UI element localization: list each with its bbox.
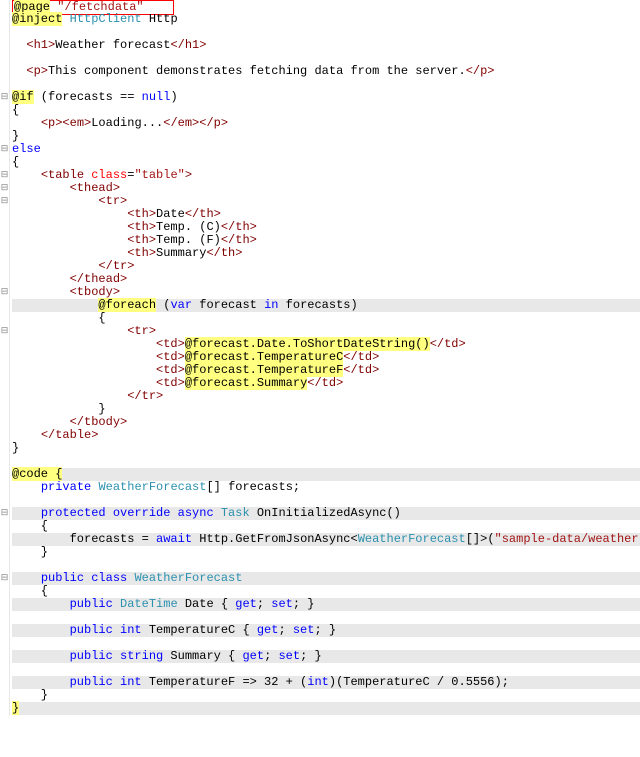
fold-marker xyxy=(0,650,9,663)
fold-marker[interactable]: ⊟ xyxy=(0,143,9,156)
fold-marker xyxy=(0,494,9,507)
code-editor[interactable]: ⊟⊟⊟⊟⊟⊟⊟⊟⊟ @page "/fetchdata" @inject Htt… xyxy=(0,0,640,715)
fold-marker xyxy=(0,442,9,455)
code-line[interactable]: public class WeatherForecast xyxy=(12,572,640,585)
fold-marker xyxy=(0,104,9,117)
fold-gutter[interactable]: ⊟⊟⊟⊟⊟⊟⊟⊟⊟ xyxy=(0,0,10,715)
code-line[interactable]: } xyxy=(12,702,640,715)
fold-marker[interactable]: ⊟ xyxy=(0,507,9,520)
fold-marker xyxy=(0,546,9,559)
fold-marker xyxy=(0,598,9,611)
fold-marker xyxy=(0,299,9,312)
fold-marker xyxy=(0,39,9,52)
fold-marker xyxy=(0,390,9,403)
code-line[interactable]: @if (forecasts == null) xyxy=(12,91,640,104)
fold-marker xyxy=(0,260,9,273)
fold-marker xyxy=(0,416,9,429)
fold-marker xyxy=(0,676,9,689)
code-line[interactable] xyxy=(12,455,640,468)
fold-marker xyxy=(0,0,9,13)
fold-marker[interactable]: ⊟ xyxy=(0,286,9,299)
fold-marker xyxy=(0,130,9,143)
code-line[interactable]: } xyxy=(12,442,640,455)
code-line[interactable]: </tr> xyxy=(12,390,640,403)
fold-marker xyxy=(0,117,9,130)
fold-marker xyxy=(0,13,9,26)
fold-marker[interactable]: ⊟ xyxy=(0,572,9,585)
fold-marker xyxy=(0,559,9,572)
code-line[interactable]: public int TemperatureC { get; set; } xyxy=(12,624,640,637)
code-line[interactable]: <h1>Weather forecast</h1> xyxy=(12,39,640,52)
fold-marker xyxy=(0,26,9,39)
fold-marker xyxy=(0,481,9,494)
fold-marker xyxy=(0,221,9,234)
fold-marker[interactable]: ⊟ xyxy=(0,169,9,182)
fold-marker xyxy=(0,377,9,390)
fold-marker xyxy=(0,533,9,546)
fold-marker xyxy=(0,637,9,650)
fold-marker xyxy=(0,611,9,624)
fold-marker xyxy=(0,624,9,637)
fold-marker[interactable]: ⊟ xyxy=(0,182,9,195)
code-line[interactable]: forecasts = await Http.GetFromJsonAsync<… xyxy=(12,533,640,546)
code-area[interactable]: @page "/fetchdata" @inject HttpClient Ht… xyxy=(10,0,640,715)
code-line[interactable]: <p><em>Loading...</em></p> xyxy=(12,117,640,130)
code-line[interactable]: @foreach (var forecast in forecasts) xyxy=(12,299,640,312)
fold-marker[interactable]: ⊟ xyxy=(0,91,9,104)
fold-marker[interactable]: ⊟ xyxy=(0,325,9,338)
fold-marker xyxy=(0,247,9,260)
code-line[interactable]: </table> xyxy=(12,429,640,442)
fold-marker xyxy=(0,663,9,676)
code-line[interactable]: public DateTime Date { get; set; } xyxy=(12,598,640,611)
fold-marker xyxy=(0,52,9,65)
code-line[interactable]: @inject HttpClient Http xyxy=(12,13,640,26)
code-line[interactable]: } xyxy=(12,130,640,143)
fold-marker xyxy=(0,364,9,377)
code-line[interactable]: <p>This component demonstrates fetching … xyxy=(12,65,640,78)
fold-marker xyxy=(0,520,9,533)
code-line[interactable]: public int TemperatureF => 32 + (int)(Te… xyxy=(12,676,640,689)
fold-marker xyxy=(0,312,9,325)
code-line[interactable]: public string Summary { get; set; } xyxy=(12,650,640,663)
fold-marker xyxy=(0,234,9,247)
code-line[interactable]: } xyxy=(12,546,640,559)
code-line[interactable]: } xyxy=(12,689,640,702)
code-line[interactable]: </tbody> xyxy=(12,416,640,429)
fold-marker xyxy=(0,156,9,169)
fold-marker xyxy=(0,585,9,598)
code-line[interactable]: protected override async Task OnInitiali… xyxy=(12,507,640,520)
fold-marker xyxy=(0,403,9,416)
fold-marker xyxy=(0,78,9,91)
fold-marker xyxy=(0,468,9,481)
fold-marker xyxy=(0,351,9,364)
fold-marker xyxy=(0,455,9,468)
fold-marker xyxy=(0,689,9,702)
fold-marker xyxy=(0,273,9,286)
code-line[interactable]: else xyxy=(12,143,640,156)
fold-marker xyxy=(0,338,9,351)
fold-marker xyxy=(0,702,9,715)
fold-marker[interactable]: ⊟ xyxy=(0,195,9,208)
code-line[interactable]: private WeatherForecast[] forecasts; xyxy=(12,481,640,494)
fold-marker xyxy=(0,208,9,221)
fold-marker xyxy=(0,429,9,442)
fold-marker xyxy=(0,65,9,78)
